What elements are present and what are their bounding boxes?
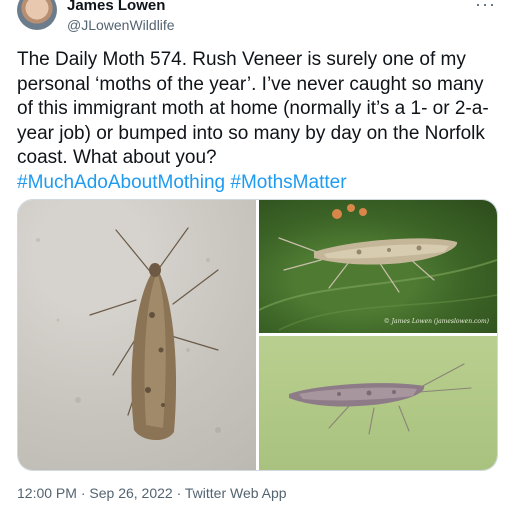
photo-credit: © James Lowen (jameslowen.com): [383, 318, 489, 325]
tweet-date[interactable]: Sep 26, 2022: [89, 485, 172, 501]
media-grid: © James Lowen (jameslowen.com): [17, 199, 498, 471]
meta-separator: ·: [76, 485, 90, 501]
moth-photo-leaf[interactable]: © James Lowen (jameslowen.com): [259, 200, 497, 333]
tweet-metadata: 12:00 PM · Sep 26, 2022 · Twitter Web Ap…: [17, 485, 287, 501]
tweet-body: The Daily Moth 574. Rush Veneer is surel…: [17, 49, 489, 168]
tweet-text: The Daily Moth 574. Rush Veneer is surel…: [17, 48, 495, 195]
author-name[interactable]: James Lowen: [67, 0, 165, 14]
tweet-source-app[interactable]: Twitter Web App: [185, 485, 287, 501]
tweet: James Lowen @JLowenWildlife ··· The Dail…: [0, 0, 512, 519]
avatar[interactable]: [17, 0, 57, 30]
hashtag-link[interactable]: #MothsMatter: [230, 172, 346, 193]
moth-photo-plain[interactable]: [259, 336, 497, 470]
tweet-time[interactable]: 12:00 PM: [17, 485, 77, 501]
hashtag-link[interactable]: #MuchAdoAboutMothing: [17, 172, 225, 193]
meta-separator: ·: [172, 485, 185, 501]
moth-photo-wall[interactable]: [18, 200, 256, 470]
author-handle[interactable]: @JLowenWildlife: [67, 17, 175, 33]
more-options-icon[interactable]: ···: [475, 0, 496, 15]
